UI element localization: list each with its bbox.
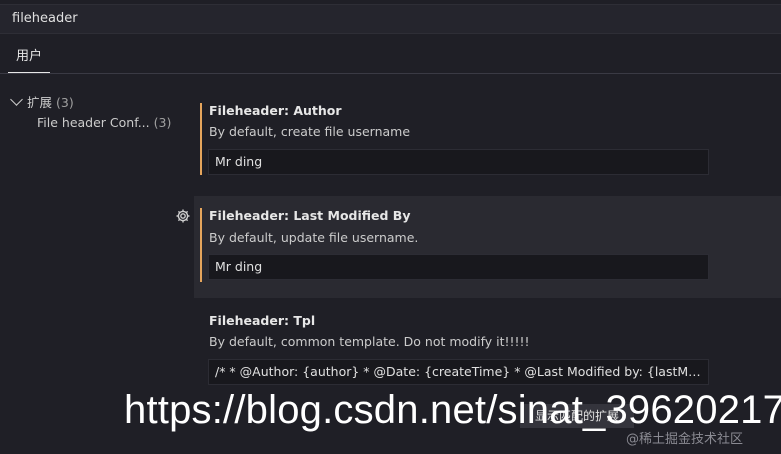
watermark-sub: @稀土掘金技术社区 xyxy=(626,432,744,447)
setting-title: Fileheader: Last Modified By xyxy=(209,208,411,223)
tree-group-label: 扩展 xyxy=(27,95,53,110)
setting-description: By default, update file username. xyxy=(209,230,419,245)
tree-item-label: File header Conf... xyxy=(37,115,150,130)
tree-group-extensions[interactable]: 扩展 (3) xyxy=(10,92,74,111)
modified-indicator xyxy=(200,208,202,282)
setting-last-modified-by: Fileheader: Last Modified By By default,… xyxy=(194,196,781,298)
chevron-down-icon xyxy=(10,93,23,106)
modified-indicator xyxy=(200,103,202,175)
search-bar[interactable]: fileheader xyxy=(0,4,781,34)
settings-tabs: 用户 xyxy=(0,38,781,74)
tpl-input[interactable]: /* * @Author: {author} * @Date: {createT… xyxy=(208,359,709,385)
author-input[interactable]: Mr ding xyxy=(208,149,709,175)
setting-tpl: Fileheader: Tpl By default, common templ… xyxy=(194,302,781,398)
setting-title: Fileheader: Author xyxy=(209,103,342,118)
setting-description: By default, common template. Do not modi… xyxy=(209,334,530,349)
setting-title: Fileheader: Tpl xyxy=(209,313,316,328)
last-modified-by-input[interactable]: Mr ding xyxy=(208,254,709,280)
tree-item-file-header[interactable]: File header Conf... (3) xyxy=(37,115,171,130)
gear-icon[interactable] xyxy=(175,208,191,224)
search-input[interactable]: fileheader xyxy=(12,11,78,26)
tree-item-count: (3) xyxy=(153,115,172,130)
tab-user[interactable]: 用户 xyxy=(8,38,51,73)
watermark-url: https://blog.csdn.net/sinat_39620217 xyxy=(124,388,781,432)
setting-author: Fileheader: Author By default, create fi… xyxy=(194,92,781,190)
setting-description: By default, create file username xyxy=(209,124,411,139)
tree-group-count: (3) xyxy=(56,95,74,110)
